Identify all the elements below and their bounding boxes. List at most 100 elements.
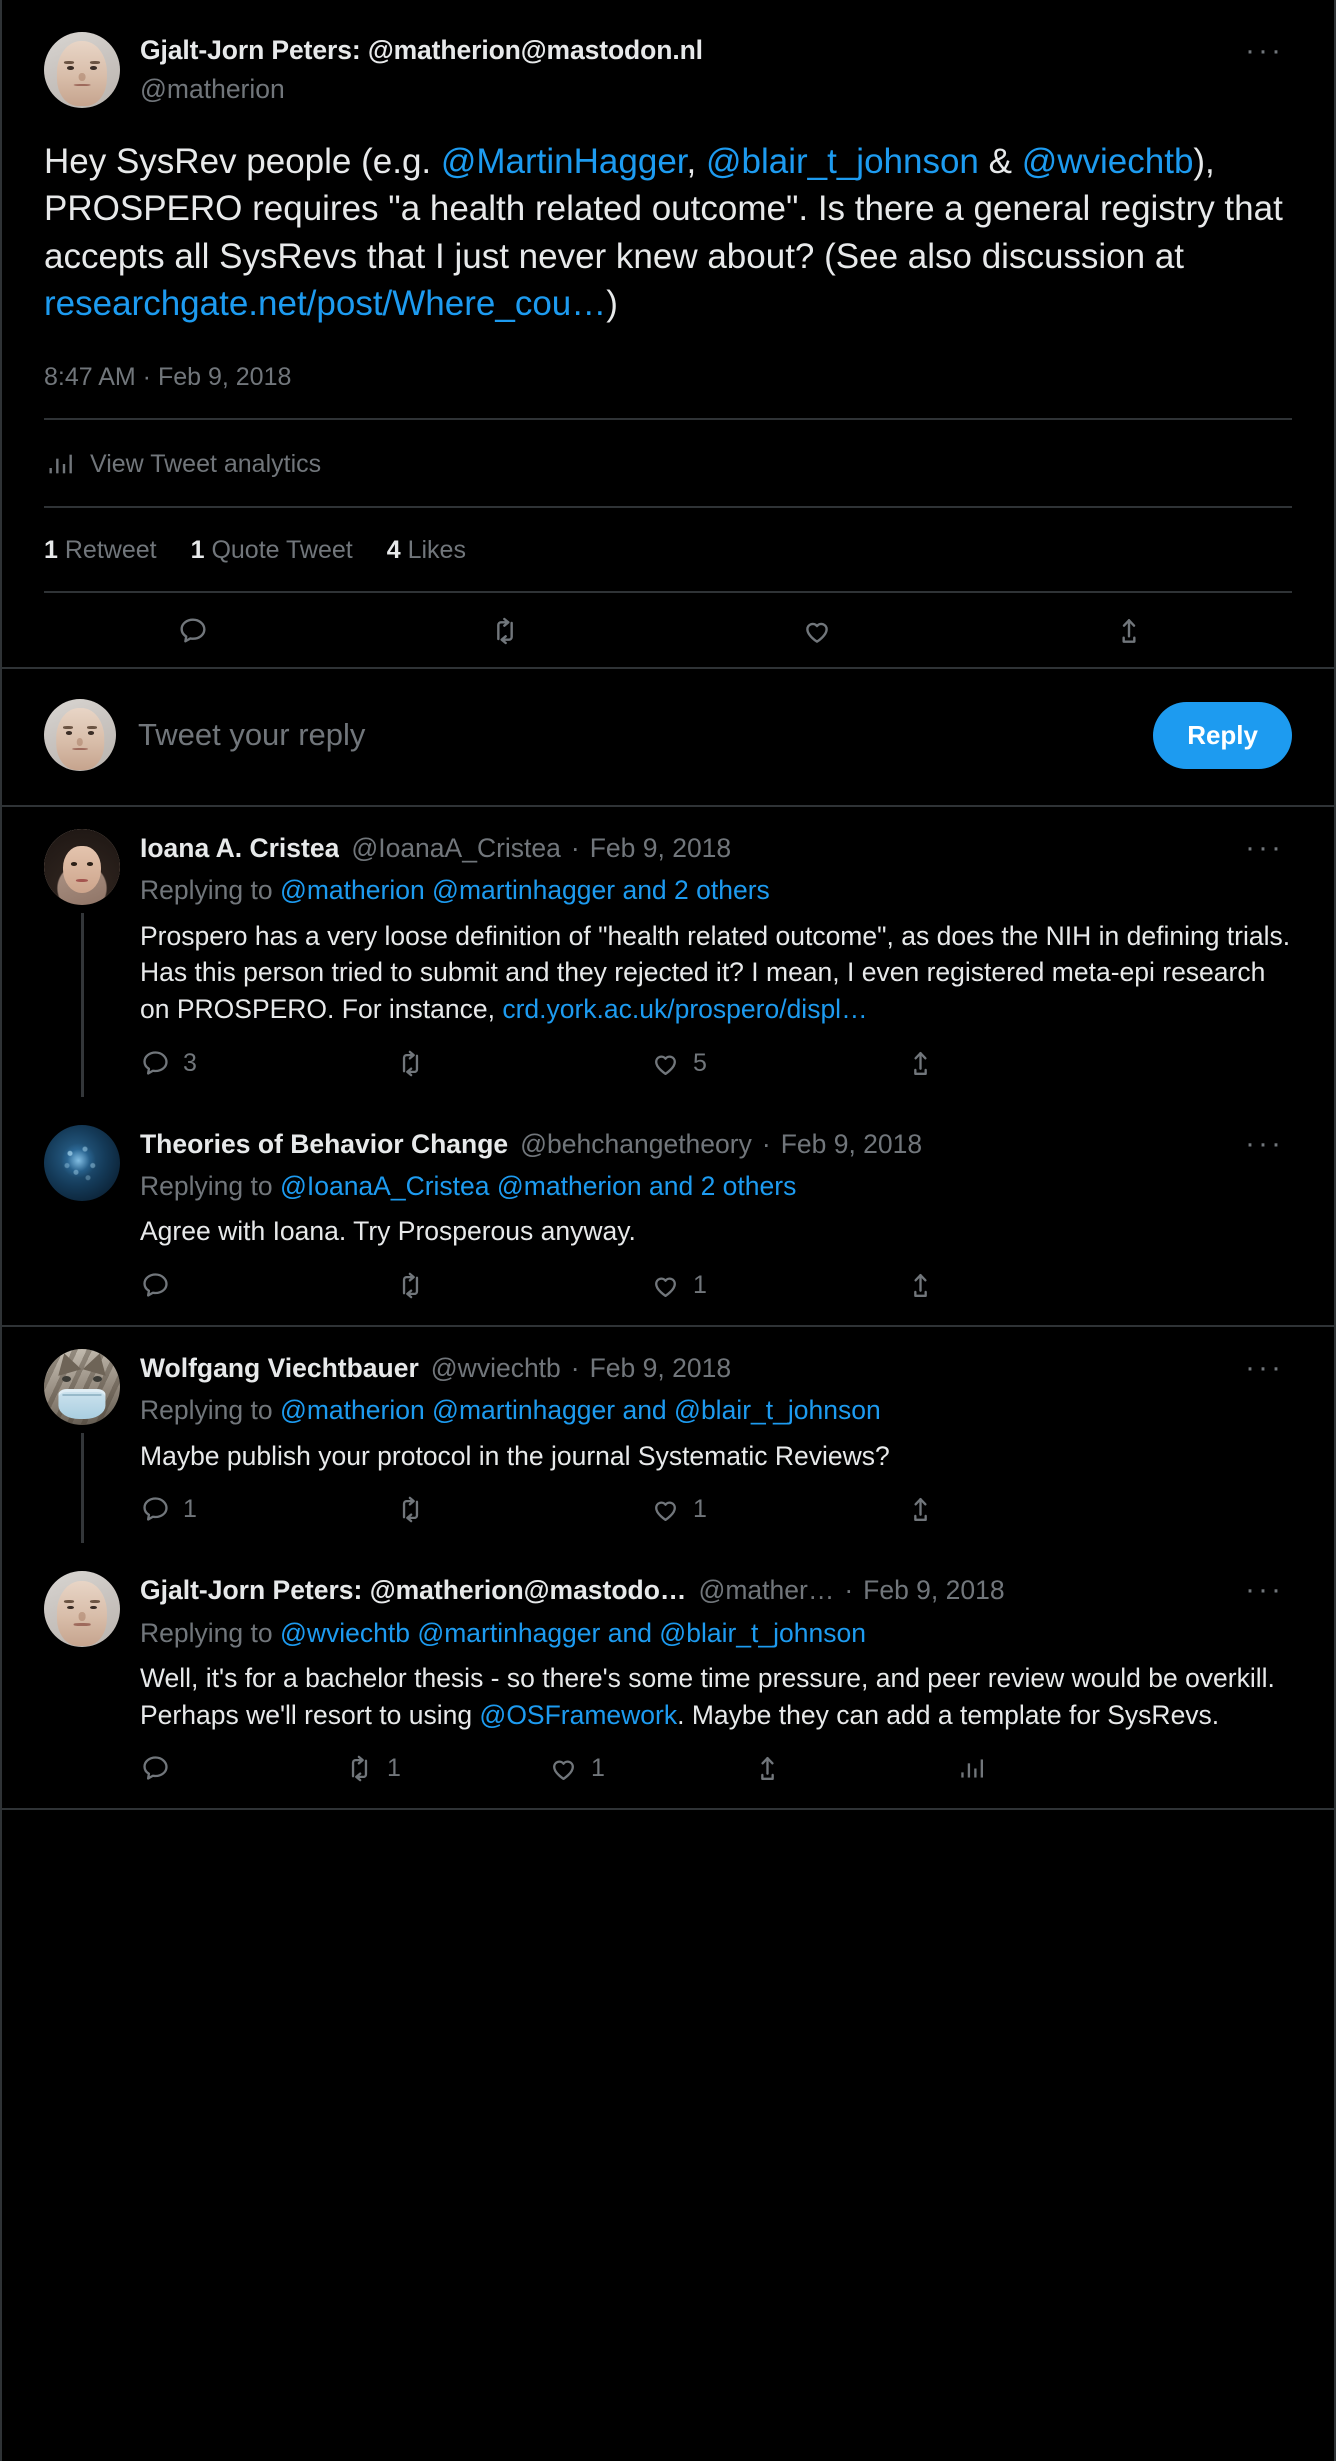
mention-link[interactable]: @MartinHagger [441, 142, 687, 181]
retweet-button[interactable] [395, 1494, 650, 1525]
like-icon [548, 1753, 579, 1784]
like-button[interactable]: 1 [650, 1270, 905, 1301]
reply-author-name[interactable]: Theories of Behavior Change [140, 1127, 508, 1161]
separator: · [570, 833, 580, 863]
reply-actions: 3 5 [140, 1028, 1160, 1087]
reply-button[interactable] [140, 1753, 344, 1784]
replying-to-mentions[interactable]: @wviechtb @martinhagger and @blair_t_joh… [280, 1618, 866, 1648]
retweet-button[interactable] [395, 1048, 650, 1079]
reply-text: Prospero has a very loose definition of … [140, 918, 1292, 1028]
reply-count: 3 [183, 1048, 197, 1077]
thread-connector-line [80, 913, 84, 1097]
reply-icon [140, 1753, 171, 1784]
retweet-count: 1 [387, 1754, 401, 1783]
reply-date[interactable]: Feb 9, 2018 [590, 1351, 731, 1385]
like-button[interactable] [668, 615, 980, 647]
quote-tweet-count: 1 [190, 536, 205, 564]
view-analytics-button[interactable]: View Tweet analytics [44, 420, 1292, 506]
like-count: 1 [591, 1754, 605, 1783]
avatar[interactable] [44, 699, 116, 771]
reply-button[interactable]: 1 [140, 1494, 395, 1525]
reply-author-handle[interactable]: @mather… [698, 1573, 834, 1607]
share-button[interactable] [905, 1270, 1160, 1301]
external-link[interactable]: crd.york.ac.uk/prospero/displ… [502, 994, 867, 1024]
replying-to-mentions[interactable]: @matherion @martinhagger and @blair_t_jo… [280, 1395, 881, 1425]
author-handle[interactable]: @matherion [140, 72, 1225, 108]
reply-actions: 1 1 [140, 1733, 1160, 1792]
reply-input[interactable]: Tweet your reply [138, 717, 1131, 753]
reply-actions: 1 1 [140, 1474, 1160, 1533]
reply-text-segment: . Maybe they can add a template for SysR… [677, 1699, 1220, 1730]
reply-text: Maybe publish your protocol in the journ… [140, 1438, 1292, 1475]
like-button[interactable]: 1 [548, 1753, 752, 1784]
likes-stat[interactable]: 4 Likes [387, 536, 466, 565]
reply-date[interactable]: Feb 9, 2018 [863, 1573, 1004, 1607]
avatar[interactable] [44, 1571, 120, 1648]
like-icon [801, 615, 833, 647]
reply-author-name[interactable]: Ioana A. Cristea [140, 831, 339, 865]
analytics-icon [44, 448, 76, 480]
avatar[interactable] [44, 829, 120, 905]
thread-connector-line [80, 1433, 84, 1544]
more-options-icon[interactable]: ··· [1245, 829, 1292, 863]
mention-link[interactable]: @OSFramework [479, 1700, 677, 1730]
reply-avatar-column [44, 829, 120, 1097]
reply-content: Theories of Behavior Change @behchangeth… [140, 1125, 1292, 1319]
reply-date[interactable]: Feb 9, 2018 [590, 831, 731, 865]
tweet-timestamp: 8:47 AM · Feb 9, 2018 [44, 363, 292, 391]
avatar[interactable] [44, 1124, 120, 1201]
retweet-button[interactable] [395, 1270, 650, 1301]
avatar[interactable] [44, 32, 120, 108]
mention-link[interactable]: @blair_t_johnson [706, 142, 979, 181]
like-count: 5 [693, 1048, 707, 1077]
reply-date[interactable]: Feb 9, 2018 [781, 1127, 922, 1161]
focal-tweet: Gjalt-Jorn Peters: @matherion@mastodon.n… [2, 0, 1334, 669]
author-display-name[interactable]: Gjalt-Jorn Peters: @matherion@mastodon.n… [140, 34, 1225, 67]
replying-to-mentions[interactable]: @matherion @martinhagger and 2 others [280, 875, 770, 905]
share-button[interactable] [905, 1494, 1160, 1525]
replying-to: Replying to @matherion @martinhagger and… [140, 873, 1292, 907]
more-options-icon[interactable]: ··· [1245, 1349, 1292, 1383]
reply-submit-button[interactable]: Reply [1153, 701, 1292, 769]
reply-author-handle[interactable]: @behchangetheory [520, 1127, 752, 1161]
reply-author-handle[interactable]: @wviechtb [431, 1351, 561, 1385]
avatar[interactable] [44, 1349, 120, 1425]
retweet-stat[interactable]: 1 Retweet [44, 536, 157, 565]
reply-tweet[interactable]: Theories of Behavior Change @behchangeth… [2, 1103, 1334, 1325]
share-icon [752, 1753, 783, 1784]
focal-tweet-actions [44, 593, 1292, 667]
more-options-icon[interactable]: ··· [1245, 32, 1292, 66]
share-button[interactable] [752, 1753, 956, 1784]
reply-button[interactable]: 3 [140, 1048, 395, 1079]
reply-text-segment: Maybe publish your protocol in the journ… [140, 1440, 890, 1471]
reply-tweet[interactable]: Ioana A. Cristea @IoanaA_Cristea · Feb 9… [2, 807, 1334, 1103]
share-button[interactable] [905, 1048, 1160, 1079]
reply-button[interactable] [44, 615, 356, 647]
replying-to-prefix: Replying to [140, 1395, 280, 1426]
replying-to-mentions[interactable]: @IoanaA_Cristea @matherion and 2 others [280, 1171, 796, 1201]
reply-icon [140, 1494, 171, 1525]
mention-link[interactable]: @wviechtb [1022, 142, 1194, 181]
like-count: 1 [693, 1495, 707, 1524]
like-button[interactable]: 5 [650, 1048, 905, 1079]
external-link[interactable]: researchgate.net/post/Where_cou… [44, 284, 606, 323]
like-icon [650, 1048, 681, 1079]
share-button[interactable] [980, 615, 1292, 647]
reply-author-name[interactable]: Wolfgang Viechtbauer [140, 1351, 419, 1385]
reply-tweet[interactable]: Gjalt-Jorn Peters: @matherion@mastodo… @… [2, 1549, 1334, 1808]
like-button[interactable]: 1 [650, 1494, 905, 1525]
view-analytics-button[interactable] [956, 1753, 1160, 1784]
reply-button[interactable] [140, 1270, 395, 1301]
focal-tweet-text: Hey SysRev people (e.g. @MartinHagger, @… [44, 138, 1292, 327]
more-options-icon[interactable]: ··· [1245, 1125, 1292, 1158]
reply-author-name[interactable]: Gjalt-Jorn Peters: @matherion@mastodo… [140, 1573, 686, 1607]
reply-author-handle[interactable]: @IoanaA_Cristea [351, 831, 561, 865]
analytics-icon [956, 1753, 987, 1784]
retweet-button[interactable] [356, 615, 668, 647]
reply-avatar-column [44, 1571, 120, 1802]
more-options-icon[interactable]: ··· [1245, 1571, 1292, 1605]
quote-tweet-stat[interactable]: 1 Quote Tweet [191, 536, 353, 565]
retweet-button[interactable]: 1 [344, 1753, 548, 1784]
reply-tweet[interactable]: Wolfgang Viechtbauer @wviechtb · Feb 9, … [2, 1327, 1334, 1549]
like-icon [650, 1494, 681, 1525]
